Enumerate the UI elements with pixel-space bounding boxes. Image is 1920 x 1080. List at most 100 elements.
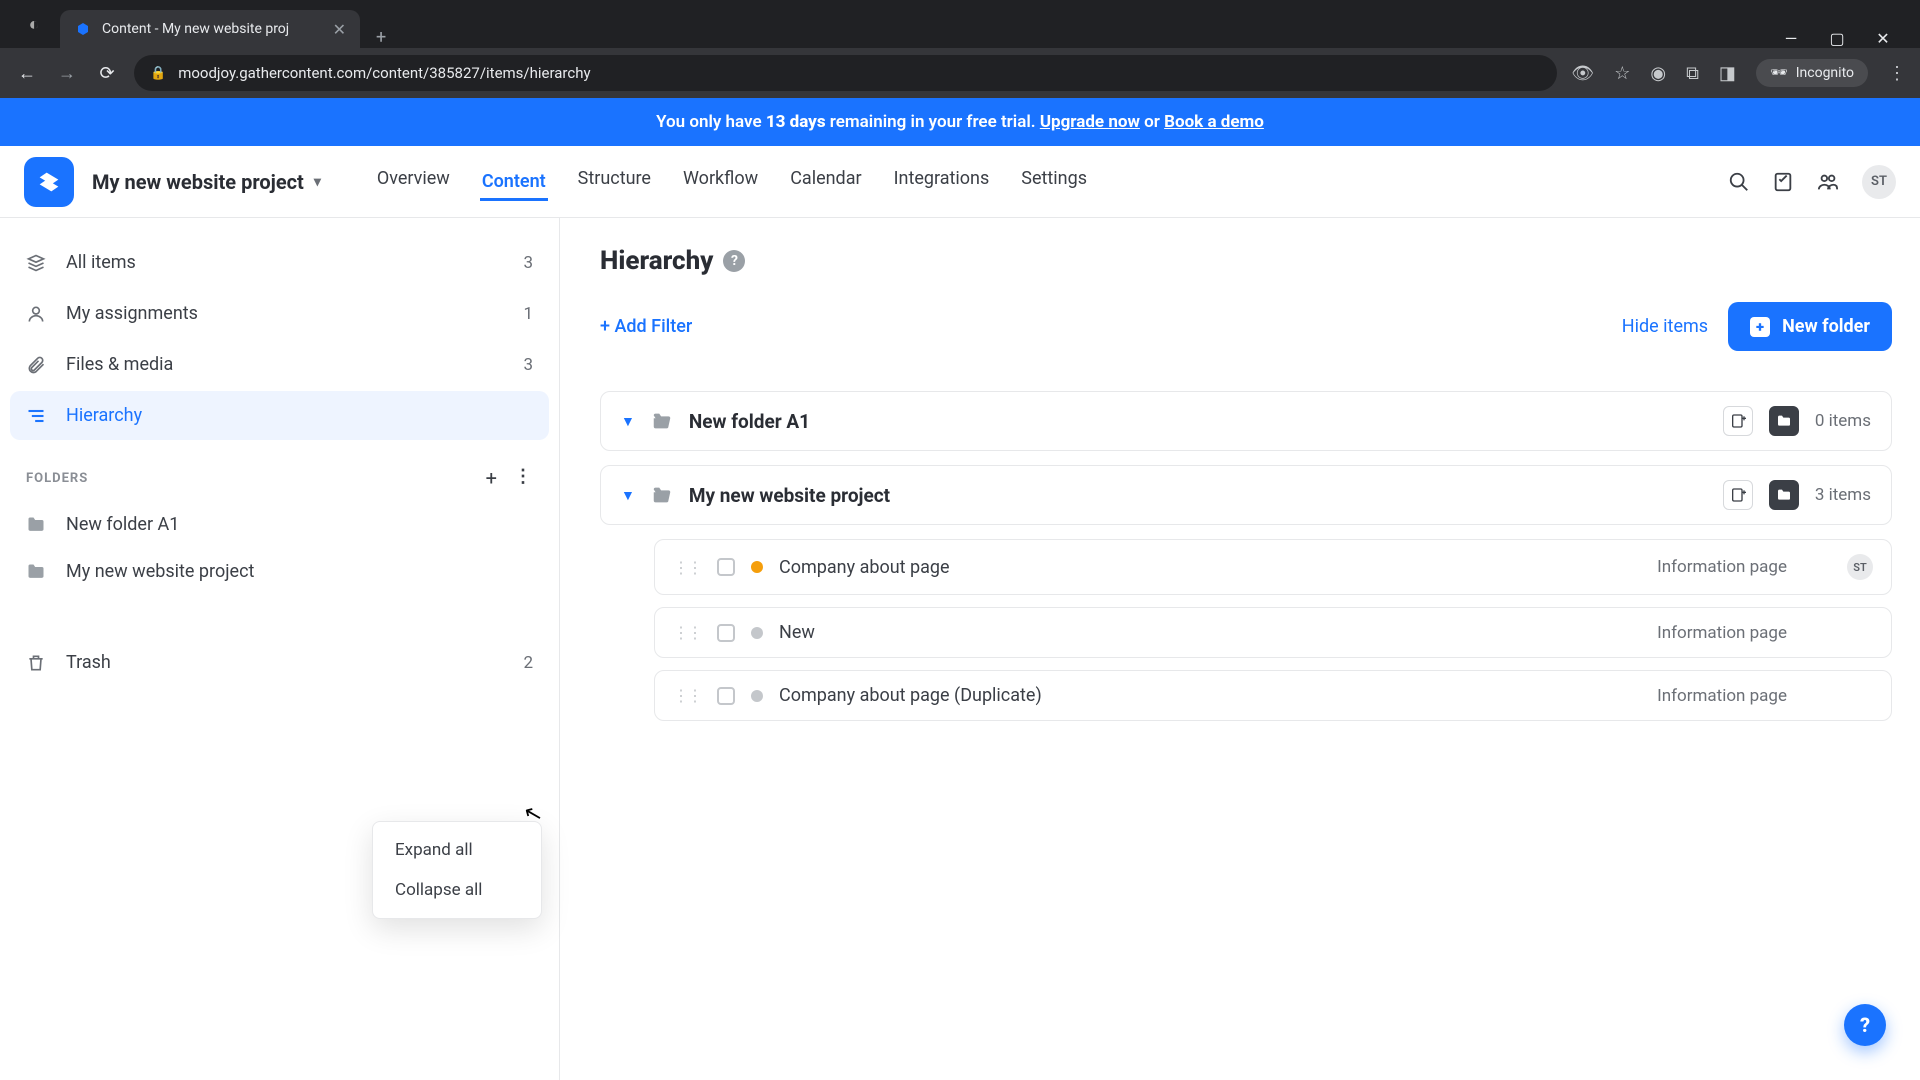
collapse-all-item[interactable]: Collapse all [373,870,541,910]
folder-name: New folder A1 [689,410,810,433]
sidebar-item-count: 1 [523,304,533,324]
expand-all-item[interactable]: Expand all [373,830,541,870]
tree-folder-row[interactable]: ▼ My new website project 3 items [600,465,1892,525]
incognito-pill[interactable]: 🕶 Incognito [1756,59,1868,87]
hierarchy-tree: ▼ New folder A1 0 items [600,391,1892,721]
address-bar: ← → ⟳ 🔒 moodjoy.gathercontent.com/conten… [0,48,1920,98]
tab-integrations[interactable]: Integrations [892,162,992,201]
project-switcher[interactable]: My new website project ▾ [92,170,321,194]
url-text: moodjoy.gathercontent.com/content/385827… [178,64,590,82]
folder-icon [26,562,50,582]
caret-down-icon[interactable]: ▼ [621,487,635,504]
incognito-hat-icon: 🕶 [1770,65,1788,81]
minimize-button[interactable]: ― [1782,29,1800,48]
sidebar-item-label: Hierarchy [66,405,142,426]
checkbox[interactable] [717,687,735,705]
tab-close-icon[interactable]: ✕ [333,20,346,39]
add-folder-icon[interactable]: + [486,466,498,490]
sidebar-folder[interactable]: My new website project [10,549,549,594]
new-folder-label: New folder [1782,316,1870,337]
item-name: Company about page [779,557,950,578]
sidebar-item-label: My assignments [66,303,198,324]
status-dot-icon [751,627,763,639]
window-controls: ― ▢ ✕ [1762,29,1912,48]
folder-label: My new website project [66,561,254,582]
banner-mid: remaining in your free trial. [826,112,1040,132]
caret-down-icon[interactable]: ▼ [621,413,635,430]
sidebar-item-hierarchy[interactable]: Hierarchy [10,391,549,440]
main-content: Hierarchy ? + Add Filter Hide items + Ne… [560,218,1920,1080]
search-icon[interactable] [1728,171,1750,193]
book-demo-link[interactable]: Book a demo [1164,112,1264,132]
back-button[interactable]: ← [14,63,40,84]
hide-items-button[interactable]: Hide items [1622,316,1708,337]
sidebar-item-files[interactable]: Files & media 3 [10,340,549,389]
eye-off-icon[interactable]: 👁 [1571,63,1594,84]
sidebar-item-label: Files & media [66,354,173,375]
new-subfolder-icon[interactable] [1769,480,1799,510]
profile-icon[interactable]: ◉ [1650,63,1666,84]
checklist-icon[interactable] [1772,171,1794,193]
help-fab-button[interactable]: ? [1844,1004,1886,1046]
sidebar-item-assignments[interactable]: My assignments 1 [10,289,549,338]
maximize-button[interactable]: ▢ [1828,29,1846,48]
tab-settings[interactable]: Settings [1019,162,1089,201]
item-template: Information page [1657,557,1787,577]
tab-title: Content - My new website proj [102,21,323,37]
app-logo[interactable] [24,157,74,207]
sidepanel-icon[interactable]: ◨ [1719,63,1736,84]
stack-icon [26,253,50,273]
extensions-icon[interactable]: ⧉ [1686,63,1699,84]
drag-handle-icon[interactable]: ⋮⋮ [673,623,701,642]
hierarchy-icon [26,406,50,426]
sidebar-folder[interactable]: New folder A1 [10,502,549,547]
sidebar-item-count: 3 [523,355,533,375]
sidebar-item-count: 2 [523,653,533,673]
bookmark-icon[interactable]: ☆ [1614,63,1630,84]
url-input[interactable]: 🔒 moodjoy.gathercontent.com/content/3858… [134,55,1557,91]
new-item-icon[interactable] [1723,406,1753,436]
checkbox[interactable] [717,558,735,576]
checkbox[interactable] [717,624,735,642]
new-folder-button[interactable]: + New folder [1728,302,1892,351]
folders-menu-icon[interactable]: ⋮ [514,466,533,490]
banner-or: or [1140,112,1164,132]
page-title: Hierarchy ? [600,246,1892,276]
site-info-icon[interactable]: 🔒 [150,66,166,81]
drag-handle-icon[interactable]: ⋮⋮ [673,686,701,705]
tab-content[interactable]: Content [480,162,548,201]
status-dot-icon [751,690,763,702]
folder-item-count: 0 items [1815,411,1871,431]
folder-open-icon [651,484,673,506]
tree-item-row[interactable]: ⋮⋮ Company about page (Duplicate) Inform… [654,670,1892,721]
browser-tab-strip: ◐ Content - My new website proj ✕ + ― ▢ … [0,0,1920,48]
tree-item-row[interactable]: ⋮⋮ New Information page [654,607,1892,658]
sidebar-item-all-items[interactable]: All items 3 [10,238,549,287]
upgrade-link[interactable]: Upgrade now [1040,112,1140,132]
tab-overview[interactable]: Overview [375,162,452,201]
tab-workflow[interactable]: Workflow [681,162,760,201]
add-filter-button[interactable]: + Add Filter [600,316,692,337]
item-template: Information page [1657,686,1787,706]
drag-handle-icon[interactable]: ⋮⋮ [673,558,701,577]
paperclip-icon [26,355,50,375]
reload-button[interactable]: ⟳ [94,63,120,84]
browser-tab[interactable]: Content - My new website proj ✕ [60,10,360,48]
user-avatar[interactable]: ST [1862,165,1896,199]
folder-name: My new website project [689,484,890,507]
new-item-icon[interactable] [1723,480,1753,510]
tab-calendar[interactable]: Calendar [788,162,863,201]
people-icon[interactable] [1816,171,1840,193]
tab-favicon-icon [74,20,92,38]
new-tab-button[interactable]: + [360,27,402,48]
tree-item-row[interactable]: ⋮⋮ Company about page Information page S… [654,539,1892,595]
new-subfolder-icon[interactable] [1769,406,1799,436]
close-window-button[interactable]: ✕ [1874,29,1892,48]
help-icon[interactable]: ? [723,250,745,272]
tree-folder-row[interactable]: ▼ New folder A1 0 items [600,391,1892,451]
tab-structure[interactable]: Structure [576,162,653,201]
browser-menu-icon[interactable]: ⋮ [1888,63,1906,84]
status-dot-icon [751,561,763,573]
forward-button[interactable]: → [54,63,80,84]
sidebar-item-trash[interactable]: Trash 2 [10,638,549,687]
